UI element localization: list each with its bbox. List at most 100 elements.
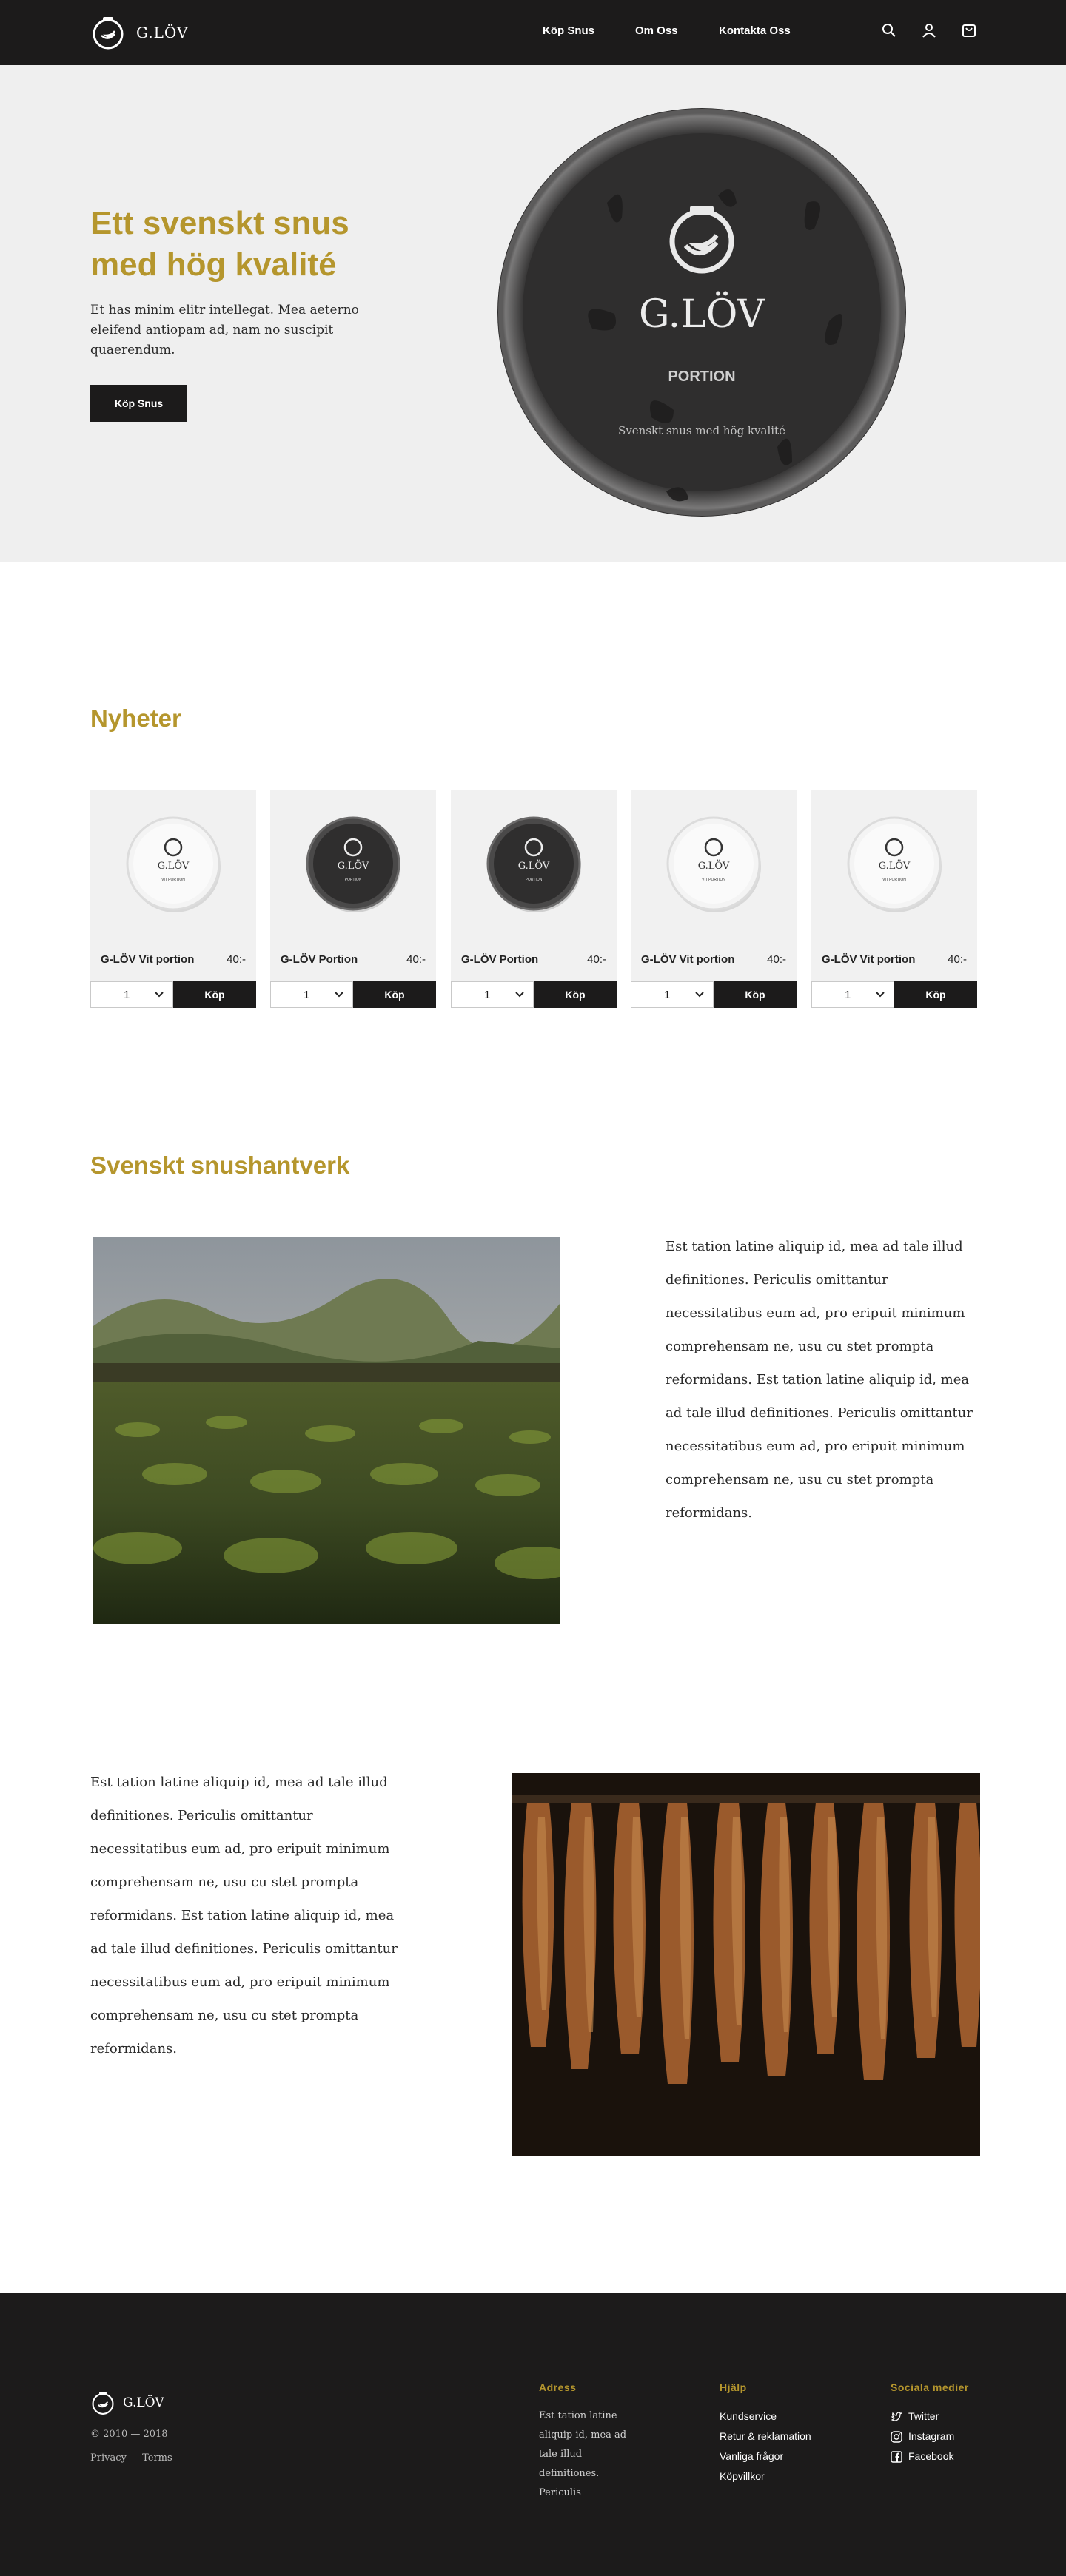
svg-text:G.LÖV: G.LÖV [698,859,730,872]
tin-variant: PORTION [668,369,735,385]
nav-kop-snus[interactable]: Köp Snus [543,24,594,37]
buy-button[interactable]: Köp [353,981,436,1008]
quantity-select[interactable]: 1 [451,981,534,1008]
product-price: 40:- [587,952,606,966]
search-icon[interactable] [879,21,899,40]
chevron-down-icon [876,992,885,998]
product-price: 40:- [227,952,246,966]
svg-text:VIT PORTION: VIT PORTION [161,878,185,882]
craft-paragraph-1: Est tation latine aliquip id, mea ad tal… [666,1239,973,1521]
product-name[interactable]: G-LÖV Vit portion [101,953,194,966]
product-card: G.LÖV VIT PORTION G-LÖV Vit portion 40:-… [811,790,977,1008]
logo-icon [92,2392,114,2415]
product-image[interactable]: G.LÖV PORTION [451,790,617,937]
address-line: Periculis [539,2487,581,2498]
buy-button[interactable]: Köp [894,981,977,1008]
quantity-value: 1 [484,988,491,1001]
address-line: definitiones. [539,2468,600,2479]
footer-help: Hjälp Kundservice Retur & reklamation Va… [720,2381,811,2486]
quantity-select[interactable]: 1 [270,981,353,1008]
product-info: G-LÖV Vit portion 40:- [90,937,256,981]
footer-link-kopvillkor[interactable]: Köpvillkor [720,2466,811,2486]
craft-paragraph-2: Est tation latine aliquip id, mea ad tal… [90,1775,398,2057]
tin-tagline: Svenskt snus med hög kvalité [618,424,785,437]
product-actions: 1 Köp [270,981,436,1008]
product-card: G.LÖV VIT PORTION G-LÖV Vit portion 40:-… [631,790,797,1008]
svg-text:G.LÖV: G.LÖV [338,859,369,872]
svg-text:G.LÖV: G.LÖV [518,859,550,872]
social-label: Facebook [908,2450,954,2462]
tobacco-field-image [93,1237,580,1624]
product-price: 40:- [948,952,967,966]
site-footer: G.LÖV © 2010 — 2018 Privacy — Terms Adre… [0,2293,1066,2576]
product-actions: 1 Köp [811,981,977,1008]
product-image[interactable]: G.LÖV PORTION [270,790,436,937]
craft-title: Svenskt snushantverk [90,1151,350,1179]
user-icon[interactable] [919,21,939,40]
header-actions [879,21,979,40]
site-header: G.LÖV Köp Snus Om Oss Kontakta Oss [0,0,1066,65]
product-actions: 1 Köp [451,981,617,1008]
footer-address-title: Adress [539,2381,577,2393]
product-price: 40:- [406,952,426,966]
hero-text: Et has minim elitr intellegat. Mea aeter… [90,303,359,357]
brand-logo[interactable]: G.LÖV [90,15,188,50]
quantity-select[interactable]: 1 [811,981,894,1008]
product-name[interactable]: G-LÖV Portion [281,953,358,966]
svg-text:PORTION: PORTION [345,878,362,882]
svg-text:VIT PORTION: VIT PORTION [882,878,906,882]
footer-help-title: Hjälp [720,2381,747,2393]
social-link-twitter[interactable]: Twitter [891,2407,969,2427]
address-line: tale illud [539,2449,583,2460]
hero-title: Ett svenskt snus med hög kvalité [90,205,349,283]
footer-link-kundservice[interactable]: Kundservice [720,2407,811,2427]
svg-text:VIT PORTION: VIT PORTION [702,878,725,882]
product-list: G.LÖV VIT PORTION G-LÖV Vit portion 40:-… [90,790,977,1008]
product-image[interactable]: G.LÖV VIT PORTION [631,790,797,937]
product-card: G.LÖV PORTION G-LÖV Portion 40:- 1 Köp [451,790,617,1008]
footer-copyright: © 2010 — 2018 [90,2429,168,2440]
product-image[interactable]: G.LÖV VIT PORTION [811,790,977,937]
product-card: G.LÖV VIT PORTION G-LÖV Vit portion 40:-… [90,790,256,1008]
product-card: G.LÖV PORTION G-LÖV Portion 40:- 1 Köp [270,790,436,1008]
quantity-select[interactable]: 1 [90,981,173,1008]
footer-legal-links[interactable]: Privacy — Terms [90,2452,172,2464]
product-name[interactable]: G-LÖV Vit portion [822,953,915,966]
quantity-select[interactable]: 1 [631,981,714,1008]
cart-icon[interactable] [959,21,979,40]
buy-button[interactable]: Köp [173,981,256,1008]
product-actions: 1 Köp [631,981,797,1008]
quantity-value: 1 [304,988,310,1001]
footer-link-faq[interactable]: Vanliga frågor [720,2446,811,2466]
twitter-icon [891,2411,902,2421]
social-link-facebook[interactable]: Facebook [891,2446,969,2466]
quantity-value: 1 [845,988,851,1001]
product-actions: 1 Köp [90,981,256,1008]
chevron-down-icon [335,992,343,998]
svg-text:PORTION: PORTION [526,878,543,882]
product-name[interactable]: G-LÖV Portion [461,953,538,966]
news-title: Nyheter [90,704,181,732]
product-image[interactable]: G.LÖV VIT PORTION [90,790,256,937]
buy-button[interactable]: Köp [714,981,797,1008]
svg-text:G.LÖV: G.LÖV [158,859,190,872]
product-name[interactable]: G-LÖV Vit portion [641,953,734,966]
chevron-down-icon [695,992,704,998]
social-link-instagram[interactable]: Instagram [891,2427,969,2446]
svg-text:G.LÖV: G.LÖV [879,859,911,872]
facebook-icon [891,2450,902,2463]
footer-link-retur[interactable]: Retur & reklamation [720,2427,811,2446]
product-price: 40:- [767,952,786,966]
hero-buy-button[interactable]: Köp Snus [90,385,187,422]
footer-logo[interactable]: G.LÖV [90,2390,164,2415]
chevron-down-icon [515,992,524,998]
footer-address: Adress Est tation latine aliquip id, mea… [539,2381,635,2503]
product-info: G-LÖV Vit portion 40:- [811,937,977,981]
address-line: aliquip id, mea ad [539,2429,627,2441]
footer-brand: G.LÖV [123,2395,164,2410]
social-label: Instagram [908,2430,955,2442]
nav-kontakta-oss[interactable]: Kontakta Oss [719,24,791,37]
buy-button[interactable]: Köp [534,981,617,1008]
nav-om-oss[interactable]: Om Oss [635,24,678,37]
product-info: G-LÖV Portion 40:- [451,937,617,981]
